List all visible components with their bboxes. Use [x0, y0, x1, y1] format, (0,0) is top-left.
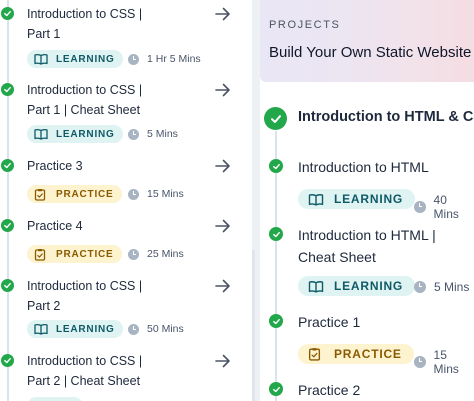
practice-badge: PRACTICE: [27, 245, 122, 263]
arrow-right-icon[interactable]: [214, 278, 232, 294]
item-title: Introduction to CSS | Part 2: [27, 279, 143, 313]
item-title: Practice 2: [298, 382, 361, 398]
arrow-right-icon[interactable]: [214, 82, 232, 98]
check-circle-icon: [264, 107, 287, 130]
timeline-line: [7, 0, 9, 401]
practice-badge: PRACTICE: [27, 185, 122, 203]
book-icon: [308, 193, 324, 206]
check-circle-icon: [269, 314, 283, 328]
module-title[interactable]: Introduction to HTML & CSS: [298, 109, 474, 125]
item-title: Practice 1: [298, 314, 361, 330]
item-title: Introduction to CSS | Part 1: [27, 7, 143, 41]
learning-badge: LEARNING: [298, 189, 416, 209]
item-title: Introduction to CSS | Part 1 | Cheat She…: [27, 83, 143, 117]
learning-badge: LEARNING: [27, 50, 123, 68]
check-circle-icon: [1, 83, 14, 96]
project-title: Build Your Own Static Website: [269, 44, 472, 61]
item-title: Practice 3: [27, 159, 83, 173]
duration: 40 Mins: [414, 193, 474, 221]
clock-icon: [414, 281, 426, 293]
arrow-right-icon[interactable]: [214, 6, 232, 22]
project-card[interactable]: PROJECTS Build Your Own Static Website: [260, 0, 474, 82]
clock-icon: [128, 323, 139, 335]
learning-badge: LEARNING: [298, 276, 416, 296]
duration: 5 Mins: [128, 128, 178, 140]
book-icon: [34, 128, 48, 140]
clock-icon: [128, 53, 139, 65]
clock-icon: [128, 248, 139, 260]
duration: 25 Mins: [128, 248, 184, 260]
duration: 5 Mins: [414, 280, 469, 294]
duration: 1 Hr 5 Mins: [128, 53, 201, 65]
arrow-right-icon[interactable]: [214, 353, 232, 369]
book-icon: [308, 280, 324, 293]
check-circle-icon: [1, 354, 14, 367]
check-circle-icon: [269, 159, 283, 173]
check-circle-icon: [1, 219, 14, 232]
check-circle-icon: [1, 7, 14, 20]
panel-divider: [252, 0, 260, 401]
clipboard-icon: [308, 348, 324, 361]
practice-badge: PRACTICE: [298, 344, 414, 364]
check-circle-icon: [1, 279, 14, 292]
item-title: Practice 4: [27, 219, 83, 233]
right-course-panel: PROJECTS Build Your Own Static Website I…: [260, 0, 474, 401]
clock-icon: [414, 201, 426, 213]
learning-badge: LEARNING: [27, 125, 123, 143]
duration: 15 Mins: [128, 188, 184, 200]
left-course-panel: Introduction to CSS | Part 1 LEARNING 1 …: [0, 0, 252, 401]
clock-icon: [128, 188, 139, 200]
clock-icon: [414, 356, 426, 368]
duration: 15 Mins: [414, 348, 474, 376]
item-title: Introduction to HTML | Cheat Sheet: [298, 227, 436, 265]
learning-badge: LEARNING: [27, 320, 123, 338]
duration: 50 Mins: [128, 323, 184, 335]
scrollbar[interactable]: [252, 250, 255, 401]
book-icon: [34, 323, 48, 335]
arrow-right-icon[interactable]: [214, 158, 232, 174]
clipboard-icon: [34, 188, 48, 201]
learning-badge: [27, 397, 83, 401]
clock-icon: [128, 128, 139, 140]
item-title: Introduction to HTML: [298, 159, 429, 175]
check-circle-icon: [269, 382, 283, 396]
arrow-right-icon[interactable]: [214, 218, 232, 234]
clipboard-icon: [34, 248, 48, 261]
check-circle-icon: [1, 159, 14, 172]
book-icon: [34, 53, 48, 65]
project-label: PROJECTS: [269, 19, 341, 31]
check-circle-icon: [269, 227, 283, 241]
item-title: Introduction to CSS | Part 2 | Cheat She…: [27, 354, 143, 388]
